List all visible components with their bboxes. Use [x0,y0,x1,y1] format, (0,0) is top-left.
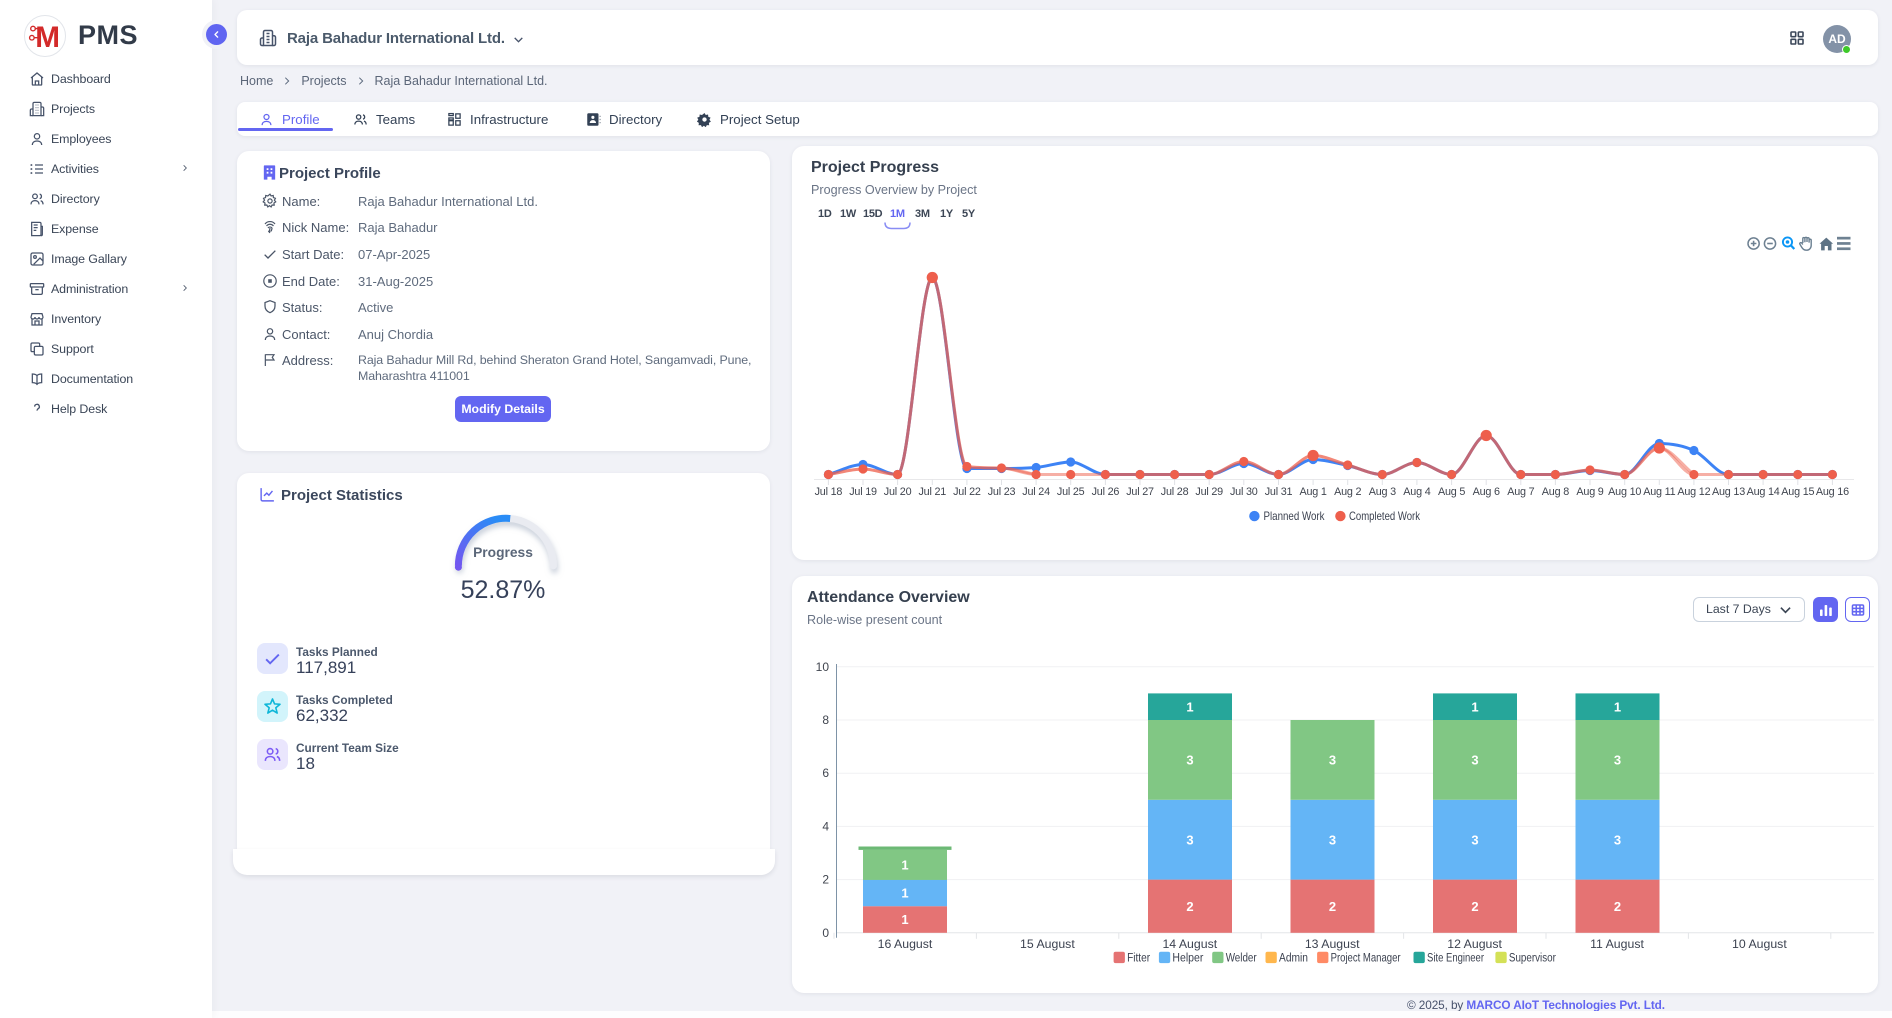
svg-text:3: 3 [1329,753,1336,768]
svg-text:Completed Work: Completed Work [1349,509,1421,523]
svg-text:Jul 22: Jul 22 [953,486,981,498]
svg-text:Jul 30: Jul 30 [1230,486,1258,498]
svg-text:15 August: 15 August [1020,937,1075,951]
svg-text:13 August: 13 August [1305,937,1360,951]
svg-text:Fitter: Fitter [1127,951,1150,965]
svg-text:3: 3 [1614,753,1621,768]
svg-text:3: 3 [1471,753,1478,768]
svg-text:Project Manager: Project Manager [1331,951,1401,965]
svg-text:0: 0 [822,926,829,940]
svg-text:1: 1 [901,912,908,927]
svg-text:Aug 9: Aug 9 [1576,486,1603,498]
svg-text:Aug 2: Aug 2 [1334,486,1361,498]
svg-text:Aug 11: Aug 11 [1643,486,1675,498]
svg-text:10 August: 10 August [1732,937,1787,951]
svg-text:3: 3 [1614,832,1621,847]
svg-text:Aug 10: Aug 10 [1608,486,1641,498]
svg-text:Admin: Admin [1279,951,1308,965]
svg-text:Jul 23: Jul 23 [988,486,1016,498]
svg-text:3: 3 [1329,832,1336,847]
svg-text:3: 3 [1186,753,1193,768]
svg-text:Aug 15: Aug 15 [1781,486,1814,498]
svg-text:Supervisor: Supervisor [1509,951,1556,965]
svg-text:3: 3 [1471,832,1478,847]
svg-text:2: 2 [1186,899,1193,914]
svg-text:1: 1 [1471,699,1478,714]
svg-text:Aug 6: Aug 6 [1473,486,1500,498]
svg-text:Aug 5: Aug 5 [1438,486,1465,498]
svg-text:Jul 26: Jul 26 [1092,486,1120,498]
svg-text:Jul 29: Jul 29 [1195,486,1223,498]
svg-text:Jul 24: Jul 24 [1022,486,1050,498]
svg-text:Jul 28: Jul 28 [1161,486,1189,498]
svg-text:Jul 25: Jul 25 [1057,486,1085,498]
svg-text:1: 1 [1614,699,1621,714]
svg-text:Welder: Welder [1226,951,1257,965]
svg-text:1: 1 [1186,699,1193,714]
svg-text:Helper: Helper [1172,951,1203,965]
svg-text:Jul 20: Jul 20 [884,486,912,498]
svg-text:Jul 27: Jul 27 [1126,486,1154,498]
svg-text:11 August: 11 August [1590,937,1644,951]
svg-text:Aug 12: Aug 12 [1677,486,1710,498]
svg-text:2: 2 [1471,899,1478,914]
svg-text:Aug 14: Aug 14 [1747,486,1780,498]
svg-text:6: 6 [822,766,829,780]
svg-text:10: 10 [816,660,830,674]
svg-text:Aug 7: Aug 7 [1507,486,1534,498]
svg-text:Jul 18: Jul 18 [815,486,843,498]
svg-text:Site Engineer: Site Engineer [1427,951,1484,965]
svg-text:Planned Work: Planned Work [1264,509,1326,523]
svg-text:Jul 31: Jul 31 [1265,486,1293,498]
svg-text:14 August: 14 August [1162,937,1217,951]
svg-text:3: 3 [1186,832,1193,847]
svg-text:12 August: 12 August [1447,937,1502,951]
svg-text:Aug 13: Aug 13 [1712,486,1745,498]
svg-text:2: 2 [1329,899,1336,914]
svg-text:8: 8 [822,713,829,727]
svg-text:1: 1 [901,886,908,901]
svg-text:Jul 19: Jul 19 [849,486,877,498]
svg-text:Aug 8: Aug 8 [1542,486,1569,498]
svg-text:Aug 16: Aug 16 [1816,486,1849,498]
svg-text:Aug 3: Aug 3 [1369,486,1396,498]
svg-text:Aug 1: Aug 1 [1299,486,1326,498]
svg-text:2: 2 [1614,899,1621,914]
svg-text:Aug 4: Aug 4 [1403,486,1430,498]
svg-text:Jul 21: Jul 21 [918,486,946,498]
svg-text:2: 2 [822,873,829,887]
svg-text:4: 4 [822,819,829,833]
svg-text:1: 1 [901,857,908,872]
svg-text:16 August: 16 August [878,937,933,951]
